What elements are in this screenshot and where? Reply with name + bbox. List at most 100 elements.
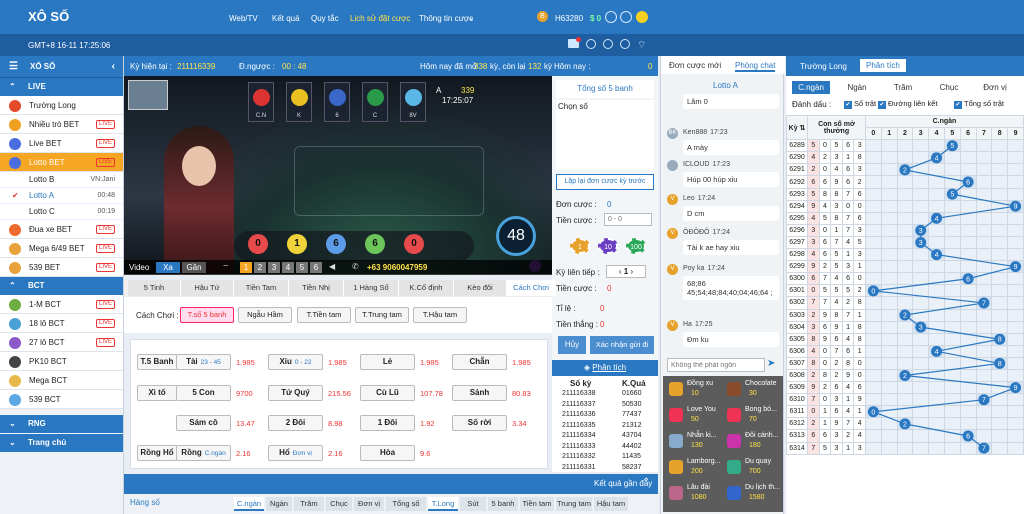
analysis-link[interactable]: ◈ Phân tích: [552, 360, 658, 376]
result-tab[interactable]: Hậu tam: [594, 497, 628, 511]
plus-icon[interactable]: ›: [628, 267, 633, 276]
gift-item[interactable]: Du quay 700: [727, 458, 775, 480]
result-tab[interactable]: T.Long: [428, 497, 458, 511]
sidebar-item[interactable]: 27 lô BCT LIVE: [0, 333, 123, 352]
sidebar-item[interactable]: 1-M BCT LIVE: [0, 295, 123, 314]
result-tab[interactable]: Trăm: [294, 497, 324, 511]
result-tab[interactable]: Trung tam: [556, 497, 592, 511]
stats-subtab[interactable]: C.ngàn: [792, 81, 830, 94]
mark-checkbox[interactable]: ✔ Số trật: [844, 99, 876, 109]
sidebar-item[interactable]: Đua xe BET LIVE: [0, 220, 123, 239]
deposit-icon[interactable]: [620, 11, 632, 23]
gift-item[interactable]: Chocolate 30: [727, 380, 777, 402]
choice-button[interactable]: T.số 5 banh: [180, 307, 234, 323]
choice-button[interactable]: T.Hậu tam: [413, 307, 467, 323]
chip-button[interactable]: 100: [626, 238, 646, 254]
result-tab[interactable]: Sút: [460, 497, 486, 511]
nav-lich-su[interactable]: Lịch sử đặt cược: [350, 14, 410, 23]
bet-option-button[interactable]: 2 Đôi: [268, 415, 323, 431]
xa-button[interactable]: Xa: [156, 262, 180, 273]
gift-item[interactable]: Du lịch th... 1580: [727, 484, 780, 506]
sidebar-item[interactable]: Live BET LIVE: [0, 134, 123, 153]
chat-input[interactable]: [667, 358, 765, 372]
camera-view-button[interactable]: 1: [240, 262, 252, 273]
live-video[interactable]: A 339 17:25:07 48 C.N K 6 C 8V 0 1 6 6 0: [124, 76, 552, 274]
stats-subtab[interactable]: Chục: [930, 81, 968, 94]
menu-icon[interactable]: ☰: [9, 56, 18, 78]
bet-option-button[interactable]: Hổ Đơn vị: [268, 445, 323, 461]
gift-item[interactable]: Love You 50: [669, 406, 717, 428]
mark-checkbox[interactable]: ✔ Đường liên kết: [878, 99, 938, 109]
bet-option-button[interactable]: Xì tố: [137, 385, 177, 401]
tab-new-bets[interactable]: Đơn cược mới: [669, 61, 721, 70]
chevron-down-icon[interactable]: ⌄: [468, 13, 475, 22]
nav-ket-qua[interactable]: Kết quả: [272, 14, 300, 23]
sound-icon[interactable]: [620, 39, 630, 49]
sidebar-subitem[interactable]: ✔ Lotto A 00:48: [0, 188, 123, 204]
sidebar-item[interactable]: Nhiều trò BET LIVE: [0, 115, 123, 134]
camera-view-button[interactable]: 5: [296, 262, 308, 273]
sidebar-item[interactable]: Lotto BET LIVE: [0, 153, 123, 172]
result-tab[interactable]: Tiền tam: [520, 497, 554, 511]
sidebar-subitem[interactable]: Lotto C 00:19: [0, 204, 123, 220]
choice-button[interactable]: Ngẫu Hầm: [238, 307, 292, 323]
gift-icon[interactable]: [586, 39, 596, 49]
bet-option-button[interactable]: Rồng C.ngàn: [176, 445, 231, 461]
tab-chat-room[interactable]: Phòng chat: [735, 61, 776, 72]
result-tab[interactable]: C.ngàn: [234, 497, 264, 511]
bet-tab[interactable]: Kèo đôi: [454, 280, 507, 296]
bet-option-button[interactable]: Sám cô: [176, 415, 231, 431]
lottery-icon[interactable]: [636, 11, 648, 23]
sidebar-item[interactable]: Mega BCT: [0, 371, 123, 390]
section-rng[interactable]: ⌄ RNG: [0, 415, 123, 433]
result-tab[interactable]: 5 banh: [488, 497, 518, 511]
consecutive-stepper[interactable]: ‹ 1 ›: [606, 265, 646, 278]
stats-subtab[interactable]: Trăm: [884, 81, 922, 94]
submit-button[interactable]: Xác nhận gửi đi: [590, 336, 654, 354]
bet-option-button[interactable]: Số rời: [452, 415, 507, 431]
gan-button[interactable]: Gần: [182, 262, 206, 273]
choice-button[interactable]: T.Trung tam: [355, 307, 409, 323]
gift-item[interactable]: Nhẫn ki... 130: [669, 432, 717, 454]
result-tab[interactable]: Tổng số: [386, 497, 426, 511]
bet-tab[interactable]: Cách Chơi: [507, 280, 556, 296]
cancel-button[interactable]: Hủy: [558, 336, 586, 354]
settings-icon[interactable]: [603, 39, 613, 49]
bet-option-button[interactable]: 1 Đôi: [360, 415, 415, 431]
chevron-up-icon[interactable]: ⌃: [642, 477, 650, 488]
chip-button[interactable]: 1: [570, 238, 590, 254]
bet-option-button[interactable]: Rồng Hổ: [137, 445, 177, 461]
section-home[interactable]: ⌄ Trang chủ: [0, 434, 123, 452]
result-tab[interactable]: Chục: [326, 497, 352, 511]
sidebar-item[interactable]: 539 BET LIVE: [0, 258, 123, 277]
bet-tab[interactable]: 5 Tinh: [128, 280, 181, 296]
gift-item[interactable]: Đồng xu 10: [669, 380, 717, 402]
sidebar-subitem[interactable]: Lotto B VN:Jani: [0, 172, 123, 188]
sidebar-item[interactable]: Trường Long: [0, 96, 123, 115]
bet-option-button[interactable]: Lẻ: [360, 354, 415, 370]
stats-subtab[interactable]: Ngàn: [838, 81, 876, 94]
gift-item[interactable]: Lamborg... 200: [669, 458, 720, 480]
number-pad[interactable]: Chọn số: [556, 100, 654, 170]
camera-view-button[interactable]: 2: [254, 262, 266, 273]
nav-quy-tac[interactable]: Quy tắc: [311, 14, 339, 23]
bet-tab[interactable]: Tiền Nhị: [289, 280, 344, 296]
gift-item[interactable]: Lâu đài 1080: [669, 484, 717, 506]
bet-tab[interactable]: Tiền Tam: [234, 280, 289, 296]
chip-button[interactable]: 10: [598, 238, 618, 254]
bet-tab[interactable]: K.Cố định: [399, 280, 454, 296]
result-tab[interactable]: Ngàn: [266, 497, 292, 511]
stats-subtab[interactable]: Đơn vị: [976, 81, 1014, 94]
result-tab[interactable]: Đơn vị: [354, 497, 384, 511]
nav-web-tv[interactable]: Web/TV: [229, 14, 258, 23]
bet-option-button[interactable]: Chẵn: [452, 354, 507, 370]
bet-amount-input[interactable]: [604, 213, 652, 226]
sidebar-item[interactable]: Mega 6/49 BET LIVE: [0, 239, 123, 258]
camera-view-button[interactable]: 6: [310, 262, 322, 273]
bet-tab[interactable]: 1 Hàng Số: [344, 280, 399, 296]
section-bct[interactable]: ⌃ BCT: [0, 277, 123, 295]
sidebar-item[interactable]: 18 lô BCT LIVE: [0, 314, 123, 333]
sidebar-item[interactable]: 539 BCT: [0, 390, 123, 409]
bet-option-button[interactable]: 5 Con: [176, 385, 231, 401]
sidebar-item[interactable]: PK10 BCT: [0, 352, 123, 371]
